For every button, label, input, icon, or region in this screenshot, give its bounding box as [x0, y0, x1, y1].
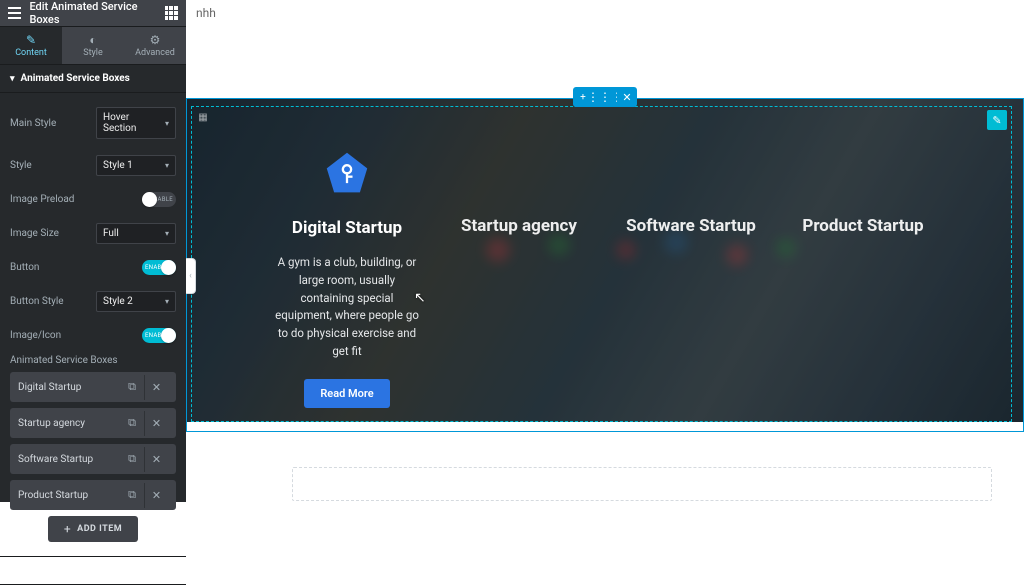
pentagon-icon	[324, 150, 370, 196]
list-item-title: Software Startup	[18, 454, 120, 465]
close-icon[interactable]: ✕	[144, 483, 168, 508]
controls-area: Main Style Hover Section Style Style 1 I…	[0, 93, 186, 556]
control-button: Button Enable	[10, 252, 176, 283]
stray-text: nhh	[196, 6, 216, 20]
image-preload-toggle[interactable]: Disable	[142, 192, 176, 207]
read-more-button[interactable]: Read More	[304, 379, 389, 408]
service-box[interactable]: Product Startup	[777, 98, 949, 422]
main-style-select[interactable]: Hover Section	[96, 107, 176, 139]
copy-icon[interactable]: ⧉	[120, 446, 144, 472]
panel-tabs: Content Style Advanced	[0, 27, 186, 65]
button-toggle[interactable]: Enable	[142, 260, 176, 275]
tab-label: Advanced	[135, 48, 175, 58]
control-label: Image Preload	[10, 194, 74, 205]
section-animated-service-boxes[interactable]: Animated Service Boxes	[0, 65, 186, 93]
list-item-title: Startup agency	[18, 418, 120, 429]
control-label: Image/Icon	[10, 330, 61, 341]
control-label: Image Size	[10, 228, 59, 239]
empty-section-placeholder[interactable]	[292, 467, 992, 501]
list-item-title: Digital Startup	[18, 382, 120, 393]
editor-sidebar: Edit Animated Service Boxes Content Styl…	[0, 0, 186, 502]
image-size-select[interactable]: Full	[96, 223, 176, 244]
control-style: Style Style 1	[10, 147, 176, 184]
column-handle-icon[interactable]: ▦	[196, 110, 210, 124]
style-select[interactable]: Style 1	[96, 155, 176, 176]
control-main-style: Main Style Hover Section	[10, 99, 176, 147]
control-label: Main Style	[10, 118, 56, 129]
panel-title: Edit Animated Service Boxes	[29, 0, 164, 26]
tab-label: Style	[83, 48, 103, 58]
service-title: Startup agency	[441, 216, 597, 236]
control-image-icon: Image/Icon Enable	[10, 320, 176, 351]
columns-row: Digital Startup A gym is a club, buildin…	[186, 98, 1024, 422]
service-title: Digital Startup	[269, 218, 425, 238]
tab-style[interactable]: Style	[62, 27, 124, 64]
add-item-button[interactable]: ADD ITEM	[48, 516, 138, 542]
list-item[interactable]: Startup agency ⧉ ✕	[10, 408, 176, 438]
menu-icon[interactable]	[8, 7, 21, 19]
section-drag-handle[interactable]: ⋮⋮⋮	[593, 87, 617, 107]
section-title: Animated Service Boxes	[21, 73, 130, 84]
service-title: Product Startup	[785, 216, 941, 236]
list-item[interactable]: Software Startup ⧉ ✕	[10, 444, 176, 474]
hero-widget[interactable]: Digital Startup A gym is a club, buildin…	[186, 98, 1024, 422]
list-item[interactable]: Digital Startup ⧉ ✕	[10, 372, 176, 402]
button-style-select[interactable]: Style 2	[96, 291, 176, 312]
copy-icon[interactable]: ⧉	[120, 410, 144, 436]
control-label: Button	[10, 262, 39, 273]
tab-advanced[interactable]: Advanced	[124, 27, 186, 64]
widgets-grid-icon[interactable]	[165, 6, 178, 20]
close-icon[interactable]: ✕	[144, 375, 168, 400]
section-controls: + ⋮⋮⋮ ✕	[573, 87, 637, 107]
tab-label: Content	[15, 48, 47, 58]
pencil-icon	[25, 33, 37, 45]
gear-icon	[149, 33, 161, 45]
control-image-size: Image Size Full	[10, 215, 176, 252]
service-description: A gym is a club, building, or large room…	[269, 254, 425, 361]
delete-section-button[interactable]: ✕	[617, 87, 637, 107]
sidebar-header: Edit Animated Service Boxes	[0, 0, 186, 27]
preview-canvas: nhh + ⋮⋮⋮ ✕ ▦ ✎	[186, 0, 1024, 502]
control-button-style: Button Style Style 2	[10, 283, 176, 320]
edit-widget-button[interactable]: ✎	[987, 110, 1007, 130]
contrast-icon	[87, 33, 99, 45]
service-box[interactable]: Startup agency	[433, 98, 605, 422]
section-title: Layout	[21, 565, 51, 576]
control-label: Style	[10, 160, 32, 171]
list-item-title: Product Startup	[18, 490, 120, 501]
service-box-active[interactable]: Digital Startup A gym is a club, buildin…	[261, 98, 433, 422]
image-icon-toggle[interactable]: Enable	[142, 328, 176, 343]
close-icon[interactable]: ✕	[144, 447, 168, 472]
service-title: Software Startup	[613, 216, 769, 236]
section-wrapper[interactable]: + ⋮⋮⋮ ✕ ▦ ✎ Digital Startup	[186, 98, 1024, 422]
copy-icon[interactable]: ⧉	[120, 482, 144, 508]
close-icon[interactable]: ✕	[144, 411, 168, 436]
tab-content[interactable]: Content	[0, 27, 62, 64]
list-item[interactable]: Product Startup ⧉ ✕	[10, 480, 176, 510]
collapse-sidebar-button[interactable]: ‹	[186, 258, 196, 294]
service-box[interactable]: Software Startup	[605, 98, 777, 422]
repeater-label: Animated Service Boxes	[10, 351, 176, 372]
control-image-preload: Image Preload Disable	[10, 184, 176, 215]
section-layout[interactable]: Layout	[0, 556, 186, 585]
control-label: Button Style	[10, 296, 64, 307]
copy-icon[interactable]: ⧉	[120, 374, 144, 400]
